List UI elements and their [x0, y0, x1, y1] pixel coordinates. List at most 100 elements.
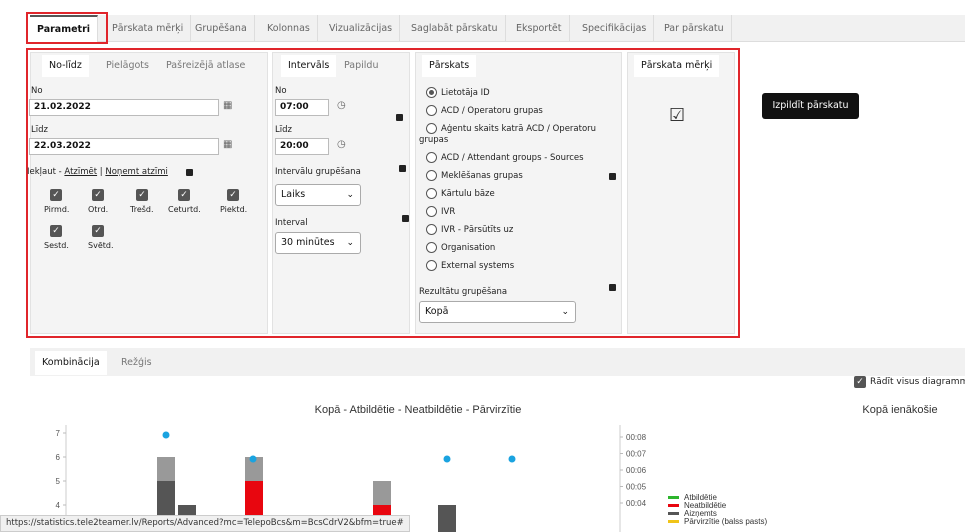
- data-point: [249, 455, 257, 463]
- legend-label: Pārvirzītie (balss pasts): [684, 517, 767, 526]
- calendar-icon[interactable]: ▦: [223, 100, 232, 111]
- mark-all-link[interactable]: Atzīmēt: [64, 167, 97, 177]
- clock-icon[interactable]: ◷: [337, 100, 346, 111]
- result-grouping-value: Kopā: [425, 306, 449, 317]
- day-checkbox-thu[interactable]: ✓: [178, 189, 190, 201]
- radio-lietotaja-id[interactable]: [426, 87, 437, 98]
- interval-value: 30 minūtes: [281, 237, 335, 248]
- legend-swatch: [668, 512, 679, 515]
- calendar-icon[interactable]: ▦: [223, 139, 232, 150]
- option-label: IVR - Pārsūtīts uz: [441, 225, 514, 235]
- day-checkbox-sat[interactable]: ✓: [50, 225, 62, 237]
- report-tab-bar: Parametri Pārskata mērķi Grupēšana Kolon…: [30, 15, 965, 42]
- radio-acd-groups[interactable]: [426, 105, 437, 116]
- interval-panel: Intervāls Papildu No 07:00 ◷ Līdz 20:00 …: [272, 52, 410, 334]
- show-all-diagrams-checkbox[interactable]: ✓: [854, 376, 866, 388]
- result-grouping-label: Rezultātu grupēšana: [419, 287, 508, 297]
- tab-no-lidz[interactable]: No-līdz: [42, 55, 89, 77]
- radio-organisation[interactable]: [426, 242, 437, 253]
- clock-icon[interactable]: ◷: [337, 139, 346, 150]
- day-checkbox-tue[interactable]: ✓: [92, 189, 104, 201]
- y2-tick-label: 00:04: [626, 499, 647, 508]
- option-label: ACD / Operatoru grupas: [441, 106, 543, 116]
- radio-ivr[interactable]: [426, 206, 437, 217]
- tab-par-parskatu[interactable]: Par pārskatu: [657, 15, 732, 41]
- tab-rezgis[interactable]: Režģis: [114, 351, 159, 375]
- day-checkbox-sun[interactable]: ✓: [92, 225, 104, 237]
- from-time-label: No: [275, 86, 287, 96]
- day-label-thu: Ceturtd.: [168, 205, 201, 214]
- tab-papildu[interactable]: Papildu: [337, 55, 385, 77]
- tab-grupesana[interactable]: Grupēšana: [188, 15, 255, 41]
- interval-grouping-value: Laiks: [281, 189, 306, 200]
- chevron-down-icon: ⌄: [561, 307, 569, 317]
- tab-parskata-merki[interactable]: Pārskata mērķi: [105, 15, 192, 41]
- tab-parskats[interactable]: Pārskats: [422, 55, 477, 77]
- from-date-label: No: [31, 86, 43, 96]
- data-point: [162, 431, 170, 439]
- tab-kolonnas[interactable]: Kolonnas: [260, 15, 318, 41]
- checkbox-target-icon[interactable]: ☑: [669, 105, 685, 126]
- option-label: IVR: [441, 207, 456, 217]
- tab-intervals[interactable]: Intervāls: [281, 55, 337, 77]
- data-point: [443, 455, 451, 463]
- radio-rule-base[interactable]: [426, 188, 437, 199]
- option-label: Organisation: [441, 243, 496, 253]
- chart-tab-bar: Kombinācija Režģis: [30, 348, 965, 376]
- y2-tick-label: 00:06: [626, 466, 647, 475]
- from-time-input[interactable]: 07:00: [275, 99, 329, 116]
- day-label-sat: Sestd.: [44, 241, 69, 250]
- interval-grouping-select[interactable]: Laiks ⌄: [275, 184, 361, 206]
- legend-swatch: [668, 496, 679, 499]
- chevron-down-icon: ⌄: [346, 190, 354, 200]
- radio-ivr-forwarded[interactable]: [426, 224, 437, 235]
- unmark-all-link[interactable]: Noņemt atzīmi: [105, 167, 168, 177]
- include-days-row: Iekļaut - Atzīmēt | Noņemt atzīmi: [27, 167, 168, 177]
- radio-attendant-groups[interactable]: [426, 152, 437, 163]
- day-checkbox-wed[interactable]: ✓: [136, 189, 148, 201]
- second-chart-title: Kopā ienākošie: [862, 404, 937, 416]
- radio-agent-count[interactable]: [426, 123, 437, 134]
- to-date-label: Līdz: [31, 125, 48, 135]
- to-date-input[interactable]: 22.03.2022: [29, 138, 219, 155]
- tab-vizualizacijas[interactable]: Vizualizācijas: [322, 15, 401, 41]
- combination-chart: Kopā - Atbildētie - Neatbildētie - Pārvi…: [56, 404, 938, 532]
- tab-pielagots[interactable]: Pielāgots: [99, 55, 156, 77]
- chart-title: Kopā - Atbildētie - Neatbildētie - Pārvi…: [315, 404, 522, 416]
- interval-select[interactable]: 30 minūtes ⌄: [275, 232, 361, 254]
- report-type-panel: Pārskats Lietotāja ID ACD / Operatoru gr…: [415, 52, 622, 334]
- monitor-icon: [186, 169, 193, 176]
- tab-eksportet[interactable]: Eksportēt: [509, 15, 570, 41]
- to-time-label: Līdz: [275, 125, 292, 135]
- option-label: Lietotāja ID: [441, 88, 490, 98]
- monitor-icon: [399, 165, 406, 172]
- radio-search-groups[interactable]: [426, 170, 437, 181]
- tab-pasreizeja-atlase[interactable]: Pašreizējā atlase: [159, 55, 252, 77]
- option-label-cont: grupas: [419, 135, 449, 145]
- monitor-icon: [396, 114, 403, 121]
- y-tick-label: 7: [56, 429, 61, 438]
- tab-kombinacija[interactable]: Kombinācija: [35, 351, 107, 375]
- from-date-input[interactable]: 21.02.2022: [29, 99, 219, 116]
- separator: |: [99, 167, 103, 177]
- day-checkbox-mon[interactable]: ✓: [50, 189, 62, 201]
- run-report-button[interactable]: Izpildīt pārskatu: [762, 93, 859, 119]
- tab-parskata-merki-panel[interactable]: Pārskata mērķi: [634, 55, 720, 77]
- interval-grouping-label: Intervālu grupēšana: [275, 167, 361, 177]
- report-target-panel: Pārskata mērķi ☑: [627, 52, 735, 334]
- data-point: [508, 455, 516, 463]
- y-tick-label: 4: [56, 501, 61, 510]
- to-time-input[interactable]: 20:00: [275, 138, 329, 155]
- option-label: ACD / Attendant groups - Sources: [441, 153, 584, 163]
- legend-swatch: [668, 504, 679, 507]
- tab-specifikacijas[interactable]: Specifikācijas: [575, 15, 655, 41]
- include-label: Iekļaut -: [27, 167, 62, 177]
- y-tick-label: 5: [56, 477, 61, 486]
- radio-external-systems[interactable]: [426, 260, 437, 271]
- y2-tick-label: 00:05: [626, 483, 647, 492]
- result-grouping-select[interactable]: Kopā ⌄: [419, 301, 576, 323]
- day-label-sun: Svētd.: [88, 241, 114, 250]
- monitor-icon: [609, 173, 616, 180]
- day-checkbox-fri[interactable]: ✓: [227, 189, 239, 201]
- tab-saglabat-parskatu[interactable]: Saglabāt pārskatu: [404, 15, 506, 41]
